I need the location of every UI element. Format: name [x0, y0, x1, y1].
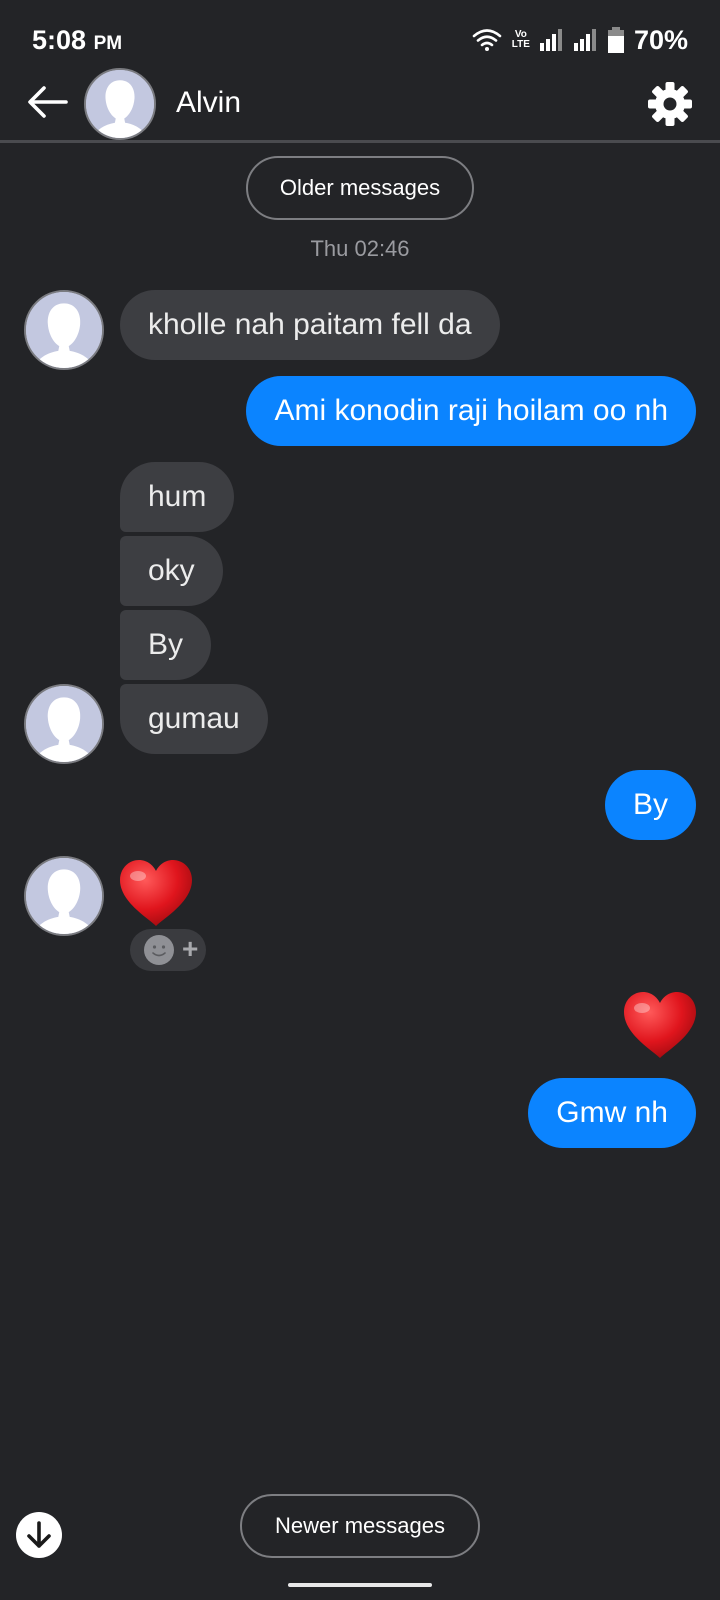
outgoing-message[interactable]: Ami konodin raji hoilam oo nh — [246, 376, 696, 446]
scroll-to-bottom-button[interactable] — [16, 1512, 62, 1558]
back-arrow-icon — [28, 86, 68, 118]
contact-avatar[interactable] — [84, 68, 156, 140]
message-timestamp: Thu 02:46 — [310, 236, 410, 261]
person-silhouette-icon — [86, 70, 154, 138]
volte-line2: LTE — [511, 39, 530, 50]
outgoing-message[interactable]: By — [604, 770, 696, 840]
signal-icon-sim1 — [539, 29, 562, 51]
battery-icon — [607, 27, 624, 53]
incoming-heart-message[interactable] — [118, 858, 194, 933]
status-time: 5:08 PM — [32, 25, 122, 56]
header-divider — [0, 140, 720, 143]
gear-icon — [648, 82, 692, 126]
person-silhouette-icon — [26, 858, 102, 934]
status-icons: Vo LTE 70% — [472, 24, 688, 56]
arrow-down-icon — [27, 1521, 51, 1548]
volte-icon: Vo LTE — [512, 30, 530, 50]
sender-avatar[interactable] — [24, 856, 104, 936]
smiley-face-icon — [144, 935, 174, 965]
outgoing-heart-message[interactable] — [622, 990, 698, 1065]
status-time-ampm: PM — [93, 33, 123, 54]
incoming-message[interactable]: oky — [120, 536, 223, 606]
settings-button[interactable] — [646, 80, 694, 128]
heart-icon — [624, 992, 696, 1058]
sender-avatar[interactable] — [24, 684, 104, 764]
plus-icon: + — [182, 933, 199, 964]
signal-icon-sim2 — [573, 29, 596, 51]
newer-messages-button[interactable]: Newer messages — [240, 1494, 480, 1558]
person-silhouette-icon — [26, 686, 102, 762]
back-button[interactable] — [26, 82, 70, 122]
status-time-value: 5:08 — [32, 25, 87, 55]
battery-percent: 70% — [633, 24, 688, 55]
older-messages-button[interactable]: Older messages — [246, 156, 474, 220]
heart-icon — [120, 860, 192, 926]
incoming-message[interactable]: gumau — [120, 684, 268, 754]
chat-header: Alvin — [0, 66, 720, 140]
outgoing-message[interactable]: Gmw nh — [528, 1078, 696, 1148]
add-reaction-button[interactable]: + — [130, 929, 206, 971]
wifi-icon — [472, 29, 502, 51]
sender-avatar[interactable] — [24, 290, 104, 370]
home-indicator[interactable] — [288, 1583, 432, 1587]
person-silhouette-icon — [26, 292, 102, 368]
incoming-message[interactable]: By — [120, 610, 212, 680]
incoming-message[interactable]: kholle nah paitam fell da — [120, 290, 500, 360]
incoming-message[interactable]: hum — [120, 462, 235, 532]
contact-name[interactable]: Alvin — [176, 86, 241, 120]
